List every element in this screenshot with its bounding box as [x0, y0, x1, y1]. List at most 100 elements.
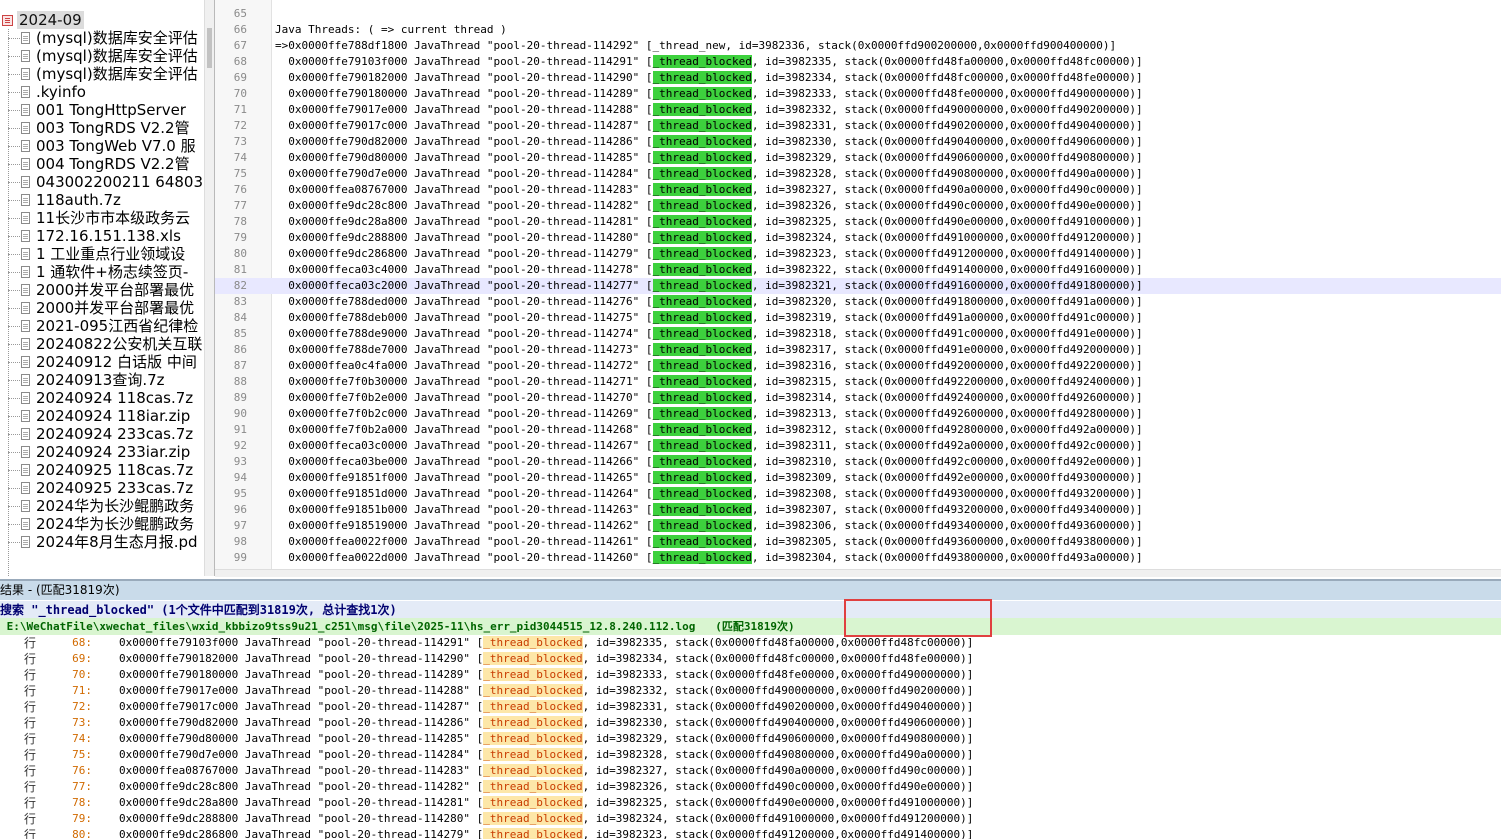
result-row[interactable]: 行 69: 0x0000ffe790182000 JavaThread "pool-… [0, 651, 1501, 667]
tree-item[interactable]: 003 TongRDS V2.2管 [8, 119, 204, 137]
code-line[interactable]: 66 Java Threads: ( => current thread ) [215, 22, 1501, 38]
code-segment: 0x0000ffe790d7e000 JavaThread "pool-20-t… [275, 167, 653, 180]
result-file-line[interactable]: E:\WeChatFile\xwechat_files\wxid_kbbizo9… [0, 618, 1501, 635]
line-number: 75 [233, 167, 247, 180]
tree-item[interactable]: 001 TongHttpServer [8, 101, 204, 119]
tree-item[interactable]: 2024华为长沙鲲鹏政务 [8, 515, 204, 533]
tree-item[interactable]: (mysql)数据库安全评估 [8, 65, 204, 83]
code-line[interactable]: 86 0x0000ffe788de7000 JavaThread "pool-2… [215, 342, 1501, 358]
code-line[interactable]: 91 0x0000ffe7f0b2a000 JavaThread "pool-2… [215, 422, 1501, 438]
result-row[interactable]: 行 72: 0x0000ffe79017c000 JavaThread "pool-… [0, 699, 1501, 715]
tree-item[interactable]: 172.16.151.138.xls [8, 227, 204, 245]
code-line[interactable]: 75 0x0000ffe790d7e000 JavaThread "pool-2… [215, 166, 1501, 182]
code-line[interactable]: 87 0x0000ffea0c4fa000 JavaThread "pool-2… [215, 358, 1501, 374]
code-editor[interactable]: 65 66 Java Threads: ( => current thread ) 6… [215, 0, 1501, 576]
file-icon [21, 230, 30, 242]
code-line[interactable]: 71 0x0000ffe79017e000 JavaThread "pool-2… [215, 102, 1501, 118]
code-line[interactable]: 94 0x0000ffe91851f000 JavaThread "pool-2… [215, 470, 1501, 486]
tree-item[interactable]: .kyinfo [8, 83, 204, 101]
tree-item[interactable]: 20240924 233cas.7z [8, 425, 204, 443]
code-line[interactable]: 95 0x0000ffe91851d000 JavaThread "pool-2… [215, 486, 1501, 502]
code-line[interactable]: 82 0x0000ffeca03c2000 JavaThread "pool-2… [215, 278, 1501, 294]
code-line[interactable]: 69 0x0000ffe790182000 JavaThread "pool-2… [215, 70, 1501, 86]
tree-item[interactable]: 118auth.7z [8, 191, 204, 209]
result-row[interactable]: 行 68: 0x0000ffe79103f000 JavaThread "pool-… [0, 635, 1501, 651]
tree-item[interactable]: 20240924 118iar.zip [8, 407, 204, 425]
result-row[interactable]: 行 79: 0x0000ffe9dc288800 JavaThread "pool-… [0, 811, 1501, 827]
code-line[interactable]: 72 0x0000ffe79017c000 JavaThread "pool-2… [215, 118, 1501, 134]
code-line[interactable]: 83 0x0000ffe788ded000 JavaThread "pool-2… [215, 294, 1501, 310]
tree-scrollbar-thumb[interactable] [207, 28, 212, 68]
code-line[interactable]: 81 0x0000ffeca03c4000 JavaThread "pool-2… [215, 262, 1501, 278]
search-highlight: _thread_blocked [652, 135, 752, 148]
tree-item-label: 20240912 白话版 中间 [36, 353, 197, 371]
code-line[interactable]: 73 0x0000ffe790d82000 JavaThread "pool-2… [215, 134, 1501, 150]
code-line[interactable]: 76 0x0000ffea08767000 JavaThread "pool-2… [215, 182, 1501, 198]
tree-item[interactable]: 1 通软件+杨志续签页- [8, 263, 204, 281]
tree-item[interactable]: 2024华为长沙鲲鹏政务 [8, 497, 204, 515]
result-row[interactable]: 行 80: 0x0000ffe9dc286800 JavaThread "pool-… [0, 827, 1501, 839]
code-line[interactable]: 92 0x0000ffeca03c0000 JavaThread "pool-2… [215, 438, 1501, 454]
code-text: 0x0000ffeca03be000 JavaThread "pool-20-t… [275, 454, 1143, 470]
tree-item[interactable]: 20240913查询.7z [8, 371, 204, 389]
code-line[interactable]: 93 0x0000ffeca03be000 JavaThread "pool-2… [215, 454, 1501, 470]
tree-item[interactable]: 043002200211 64803 [8, 173, 204, 191]
code-line[interactable]: 79 0x0000ffe9dc288800 JavaThread "pool-2… [215, 230, 1501, 246]
tree-item[interactable]: (mysql)数据库安全评估 [8, 29, 204, 47]
code-line[interactable]: 74 0x0000ffe790d80000 JavaThread "pool-2… [215, 150, 1501, 166]
search-summary[interactable]: 搜索 "_thread_blocked" (1个文件中匹配到31819次, 总计… [0, 601, 1501, 619]
code-line[interactable]: 67 =>0x0000ffe788df1800 JavaThread "pool-… [215, 38, 1501, 54]
code-line[interactable]: 88 0x0000ffe7f0b30000 JavaThread "pool-2… [215, 374, 1501, 390]
editor-horizontal-scrollbar[interactable] [215, 569, 1501, 577]
tree-item[interactable]: 003 TongWeb V7.0 服 [8, 137, 204, 155]
result-row[interactable]: 行 75: 0x0000ffe790d7e000 JavaThread "pool-… [0, 747, 1501, 763]
tree-item-label: 11长沙市市本级政务云 [36, 209, 191, 227]
code-line[interactable]: 89 0x0000ffe7f0b2e000 JavaThread "pool-2… [215, 390, 1501, 406]
result-row[interactable]: 行 78: 0x0000ffe9dc28a800 JavaThread "pool-… [0, 795, 1501, 811]
code-segment: 0x0000ffea0022d000 JavaThread "pool-20-t… [275, 551, 653, 564]
code-line[interactable]: 99 0x0000ffea0022d000 JavaThread "pool-2… [215, 550, 1501, 566]
code-segment: 0x0000ffe7f0b2e000 JavaThread "pool-20-t… [275, 391, 653, 404]
result-row[interactable]: 行 74: 0x0000ffe790d80000 JavaThread "pool-… [0, 731, 1501, 747]
code-line[interactable]: 90 0x0000ffe7f0b2c000 JavaThread "pool-2… [215, 406, 1501, 422]
tree-item[interactable]: 20240925 233cas.7z [8, 479, 204, 497]
tree-item[interactable]: 004 TongRDS V2.2管 [8, 155, 204, 173]
result-row[interactable]: 行 73: 0x0000ffe790d82000 JavaThread "pool-… [0, 715, 1501, 731]
result-row[interactable]: 行 71: 0x0000ffe79017e000 JavaThread "pool-… [0, 683, 1501, 699]
tree-item[interactable]: (mysql)数据库安全评估 [8, 47, 204, 65]
result-match-highlight: _thread_blocked [483, 748, 583, 761]
tree-item[interactable]: 2021-095江西省纪律检 [8, 317, 204, 335]
tree-item[interactable]: 20240924 233iar.zip [8, 443, 204, 461]
tree-item[interactable]: 2000并发平台部署最优 [8, 299, 204, 317]
result-row[interactable]: 行 70: 0x0000ffe790180000 JavaThread "pool-… [0, 667, 1501, 683]
code-line[interactable]: 65 [215, 6, 1501, 22]
tree-branch-line [8, 181, 20, 183]
tree-item[interactable]: 20240822公安机关互联 [8, 335, 204, 353]
result-row[interactable]: 行 76: 0x0000ffea08767000 JavaThread "pool-… [0, 763, 1501, 779]
result-row[interactable]: 行 77: 0x0000ffe9dc28c800 JavaThread "pool-… [0, 779, 1501, 795]
code-line[interactable]: 97 0x0000ffe918519000 JavaThread "pool-2… [215, 518, 1501, 534]
tree-root-folder[interactable]: 2024-09 [0, 11, 204, 29]
tree-item[interactable]: 1 工业重点行业领域设 [8, 245, 204, 263]
code-line[interactable]: 96 0x0000ffe91851b000 JavaThread "pool-2… [215, 502, 1501, 518]
code-line[interactable]: 68 0x0000ffe79103f000 JavaThread "pool-2… [215, 54, 1501, 70]
code-text: 0x0000ffe7f0b2e000 JavaThread "pool-20-t… [275, 390, 1143, 406]
code-line[interactable]: 84 0x0000ffe788deb000 JavaThread "pool-2… [215, 310, 1501, 326]
code-line[interactable]: 80 0x0000ffe9dc286800 JavaThread "pool-2… [215, 246, 1501, 262]
code-line[interactable]: 98 0x0000ffea0022f000 JavaThread "pool-2… [215, 534, 1501, 550]
code-line[interactable]: 78 0x0000ffe9dc28a800 JavaThread "pool-2… [215, 214, 1501, 230]
tree-item[interactable]: 2000并发平台部署最优 [8, 281, 204, 299]
code-line[interactable]: 85 0x0000ffe788de9000 JavaThread "pool-2… [215, 326, 1501, 342]
code-line[interactable]: 77 0x0000ffe9dc28c800 JavaThread "pool-2… [215, 198, 1501, 214]
line-number: 87 [233, 359, 247, 372]
tree-branch-line [8, 55, 20, 57]
tree-vertical-scrollbar[interactable] [204, 0, 214, 576]
tree-item[interactable]: 2024年8月生态月报.pd [8, 533, 204, 551]
line-number: 93 [233, 455, 247, 468]
code-line[interactable]: 70 0x0000ffe790180000 JavaThread "pool-2… [215, 86, 1501, 102]
tree-item[interactable]: 20240924 118cas.7z [8, 389, 204, 407]
result-code-text: 0x0000ffea08767000 JavaThread "pool-20-t… [119, 763, 973, 779]
tree-item[interactable]: 11长沙市市本级政务云 [8, 209, 204, 227]
tree-item[interactable]: 20240925 118cas.7z [8, 461, 204, 479]
tree-item[interactable]: 20240912 白话版 中间 [8, 353, 204, 371]
